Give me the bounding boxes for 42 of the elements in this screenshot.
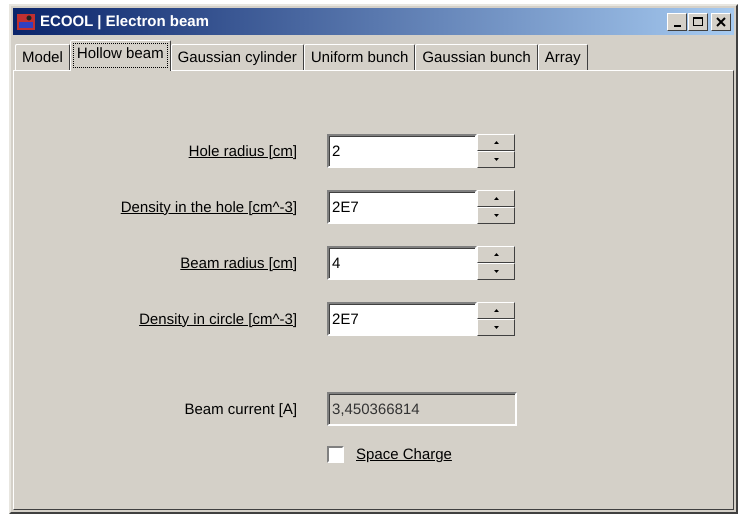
checkbox-label[interactable]: Space Charge (356, 446, 452, 463)
up-arrow-icon (494, 141, 498, 144)
tab[interactable]: Gaussian bunch (415, 44, 538, 71)
up-arrow-icon (494, 309, 498, 312)
maximize-icon (693, 16, 703, 26)
field-label: Density in the hole [cm^-3] (120, 198, 297, 216)
down-arrow-icon (494, 326, 498, 329)
down-arrow-icon (494, 270, 498, 273)
checkbox[interactable] (327, 446, 344, 463)
tab[interactable]: Model (15, 44, 70, 71)
spin-down-button[interactable] (477, 319, 515, 336)
field-label: Density in circle [cm^-3] (139, 310, 297, 328)
spin-up-button[interactable] (477, 134, 515, 151)
spin-up-button[interactable] (477, 190, 515, 207)
field-label: Beam radius [cm] (180, 254, 297, 272)
spin-down-button[interactable] (477, 151, 515, 168)
window-title: ECOOL | Electron beam (40, 13, 210, 30)
minimize-icon (674, 24, 680, 26)
up-arrow-icon (494, 253, 498, 256)
spin-down-button[interactable] (477, 207, 515, 224)
tab[interactable]: Uniform bunch (304, 44, 416, 71)
minimize-button[interactable] (667, 12, 687, 30)
input-field[interactable]: 4 (327, 246, 477, 280)
tab[interactable]: Array (538, 44, 588, 71)
input-field[interactable]: 2 (327, 134, 477, 168)
app-icon (16, 12, 36, 30)
tab[interactable]: Gaussian cylinder (170, 44, 304, 71)
readonly-field[interactable]: 3,450366814 (327, 392, 517, 426)
field-label: Hole radius [cm] (188, 142, 297, 160)
spin-up-button[interactable] (477, 302, 515, 319)
spin-down-button[interactable] (477, 263, 515, 280)
tab[interactable]: Hollow beam (70, 40, 171, 71)
maximize-button[interactable] (688, 12, 708, 30)
field-label: Beam current [A] (184, 400, 297, 418)
close-icon (716, 16, 726, 26)
close-button[interactable] (711, 12, 731, 30)
up-arrow-icon (494, 197, 498, 200)
down-arrow-icon (494, 214, 498, 217)
input-field[interactable]: 2E7 (327, 302, 477, 336)
input-field[interactable]: 2E7 (327, 190, 477, 224)
spin-up-button[interactable] (477, 246, 515, 263)
down-arrow-icon (494, 158, 498, 161)
